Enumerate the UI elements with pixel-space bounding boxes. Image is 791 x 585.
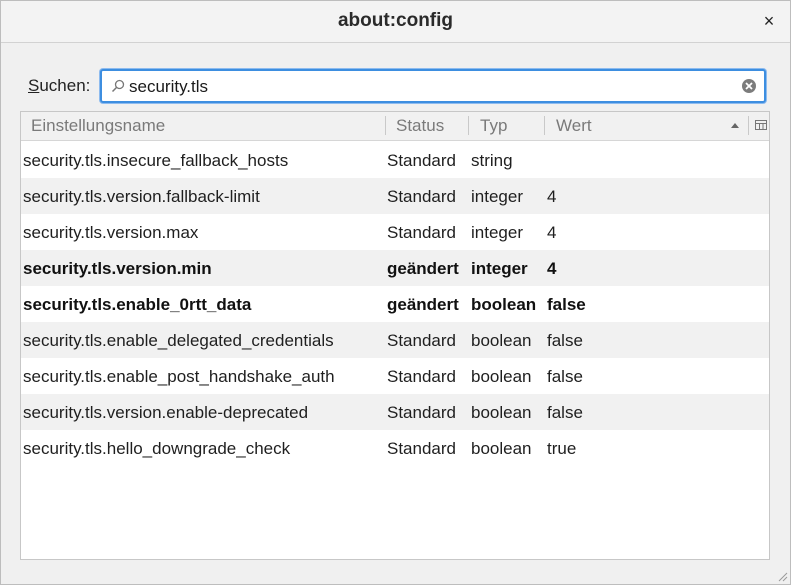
- pref-status-cell: geändert: [387, 295, 459, 314]
- search-box[interactable]: [100, 69, 766, 103]
- search-label-text: uchen:: [39, 76, 91, 95]
- pref-type-cell: boolean: [471, 331, 532, 350]
- column-header-name[interactable]: Einstellungsname: [31, 116, 165, 136]
- table-row[interactable]: security.tls.enable_delegated_credential…: [21, 322, 769, 358]
- pref-status-cell: Standard: [387, 223, 456, 242]
- pref-name-cell: security.tls.enable_0rtt_data: [23, 295, 252, 314]
- table-row[interactable]: security.tls.enable_0rtt_data geändert boo…: [21, 286, 769, 322]
- column-header-value[interactable]: Wert: [556, 116, 592, 136]
- sort-ascending-icon: [731, 123, 739, 128]
- pref-type-cell: integer: [471, 259, 528, 278]
- preferences-table[interactable]: Einstellungsname Status Typ Wert securit…: [20, 111, 770, 560]
- pref-type-cell: boolean: [471, 295, 537, 314]
- pref-name-cell: security.tls.version.fallback-limit: [23, 187, 260, 206]
- pref-status-cell: Standard: [387, 367, 456, 386]
- pref-name-cell: security.tls.version.max: [23, 223, 199, 242]
- pref-name-cell: security.tls.enable_delegated_credential…: [23, 331, 334, 350]
- pref-status-cell: geändert: [387, 259, 459, 278]
- pref-status-cell: Standard: [387, 151, 456, 170]
- column-header-type[interactable]: Typ: [480, 116, 507, 136]
- column-divider[interactable]: [544, 116, 545, 135]
- close-button[interactable]: ×: [758, 10, 780, 32]
- search-label: Suchen:: [28, 76, 90, 96]
- pref-value-cell: false: [547, 367, 583, 386]
- pref-value-cell: false: [547, 403, 583, 422]
- pref-name-cell: security.tls.version.enable-deprecated: [23, 403, 309, 422]
- table-header: Einstellungsname Status Typ Wert: [21, 112, 769, 141]
- pref-status-cell: Standard: [387, 439, 456, 458]
- column-picker-icon[interactable]: [754, 118, 768, 132]
- pref-type-cell: string: [471, 151, 513, 170]
- pref-value-cell: false: [547, 295, 586, 314]
- about-config-window: about:config × Suchen: Einstellungsname …: [0, 0, 791, 585]
- table-row[interactable]: security.tls.version.min geändert integer 4: [21, 250, 769, 286]
- pref-name-cell: security.tls.version.min: [23, 259, 212, 278]
- pref-value-cell: 4: [547, 223, 557, 242]
- column-divider: [748, 116, 749, 135]
- pref-value-cell: false: [547, 331, 583, 350]
- pref-type-cell: integer: [471, 187, 523, 206]
- title-bar: about:config ×: [1, 1, 790, 43]
- clear-search-icon[interactable]: [741, 78, 757, 94]
- table-row[interactable]: security.tls.version.enable-deprecated St…: [21, 394, 769, 430]
- search-input[interactable]: [129, 77, 729, 97]
- close-icon: ×: [763, 11, 775, 31]
- pref-type-cell: boolean: [471, 439, 532, 458]
- column-divider[interactable]: [385, 116, 386, 135]
- table-row[interactable]: security.tls.version.max Standard integer 4: [21, 214, 769, 250]
- resize-grip-icon[interactable]: [776, 570, 788, 582]
- pref-name-cell: security.tls.insecure_fallback_hosts: [23, 151, 289, 170]
- table-row[interactable]: security.tls.insecure_fallback_hosts Stan…: [21, 142, 769, 178]
- search-row: Suchen:: [27, 69, 767, 103]
- pref-status-cell: Standard: [387, 331, 456, 350]
- column-header-status[interactable]: Status: [396, 116, 444, 136]
- table-row[interactable]: security.tls.hello_downgrade_check Standa…: [21, 430, 769, 466]
- pref-status-cell: Standard: [387, 187, 456, 206]
- pref-type-cell: boolean: [471, 367, 532, 386]
- search-label-accelerator: S: [28, 76, 40, 95]
- pref-value-cell: 4: [547, 259, 557, 278]
- pref-value-cell: 4: [547, 187, 557, 206]
- search-icon: [111, 79, 125, 93]
- pref-name-cell: security.tls.hello_downgrade_check: [23, 439, 291, 458]
- pref-type-cell: integer: [471, 223, 523, 242]
- pref-type-cell: boolean: [471, 403, 532, 422]
- table-row[interactable]: security.tls.version.fallback-limit Stand…: [21, 178, 769, 214]
- pref-value-cell: true: [547, 439, 577, 458]
- pref-status-cell: Standard: [387, 403, 456, 422]
- window-title: about:config: [337, 10, 454, 31]
- table-row[interactable]: security.tls.enable_post_handshake_auth S…: [21, 358, 769, 394]
- pref-name-cell: security.tls.enable_post_handshake_auth: [23, 367, 335, 386]
- column-divider[interactable]: [468, 116, 469, 135]
